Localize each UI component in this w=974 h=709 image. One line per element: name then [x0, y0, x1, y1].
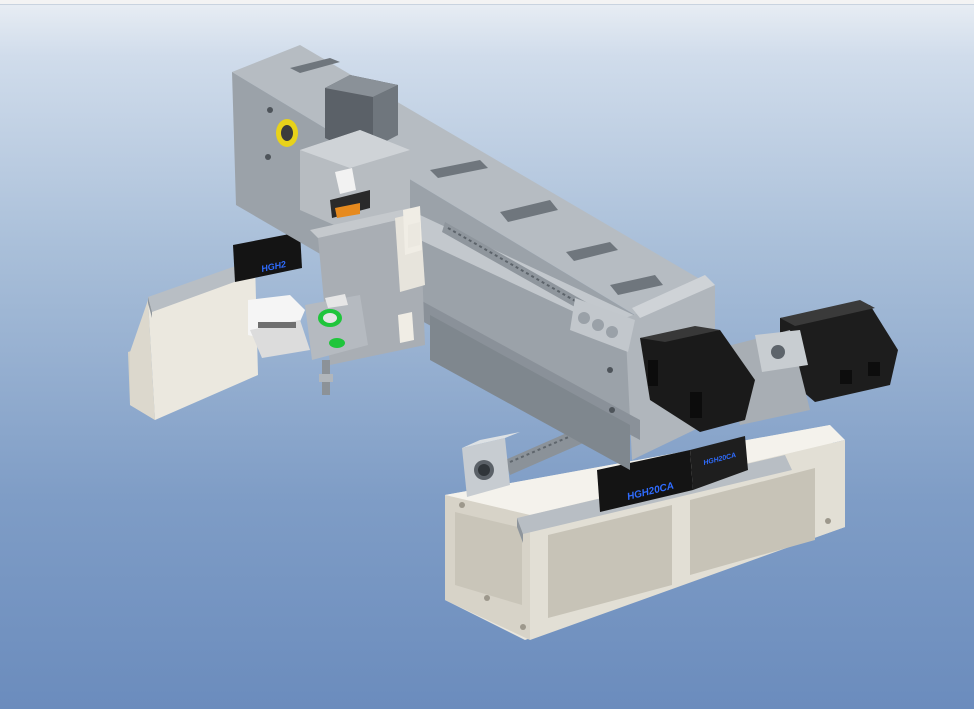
cad-model-render[interactable]: HGH20CA HGH20CA HGH2	[0, 0, 974, 709]
bearing-yellow	[276, 119, 298, 147]
end-effector	[248, 294, 368, 395]
gantry-beam	[232, 45, 715, 470]
cad-viewport[interactable]: HGH20CA HGH20CA HGH2	[0, 0, 974, 709]
rail-carriage-left: HGH2	[233, 232, 302, 282]
